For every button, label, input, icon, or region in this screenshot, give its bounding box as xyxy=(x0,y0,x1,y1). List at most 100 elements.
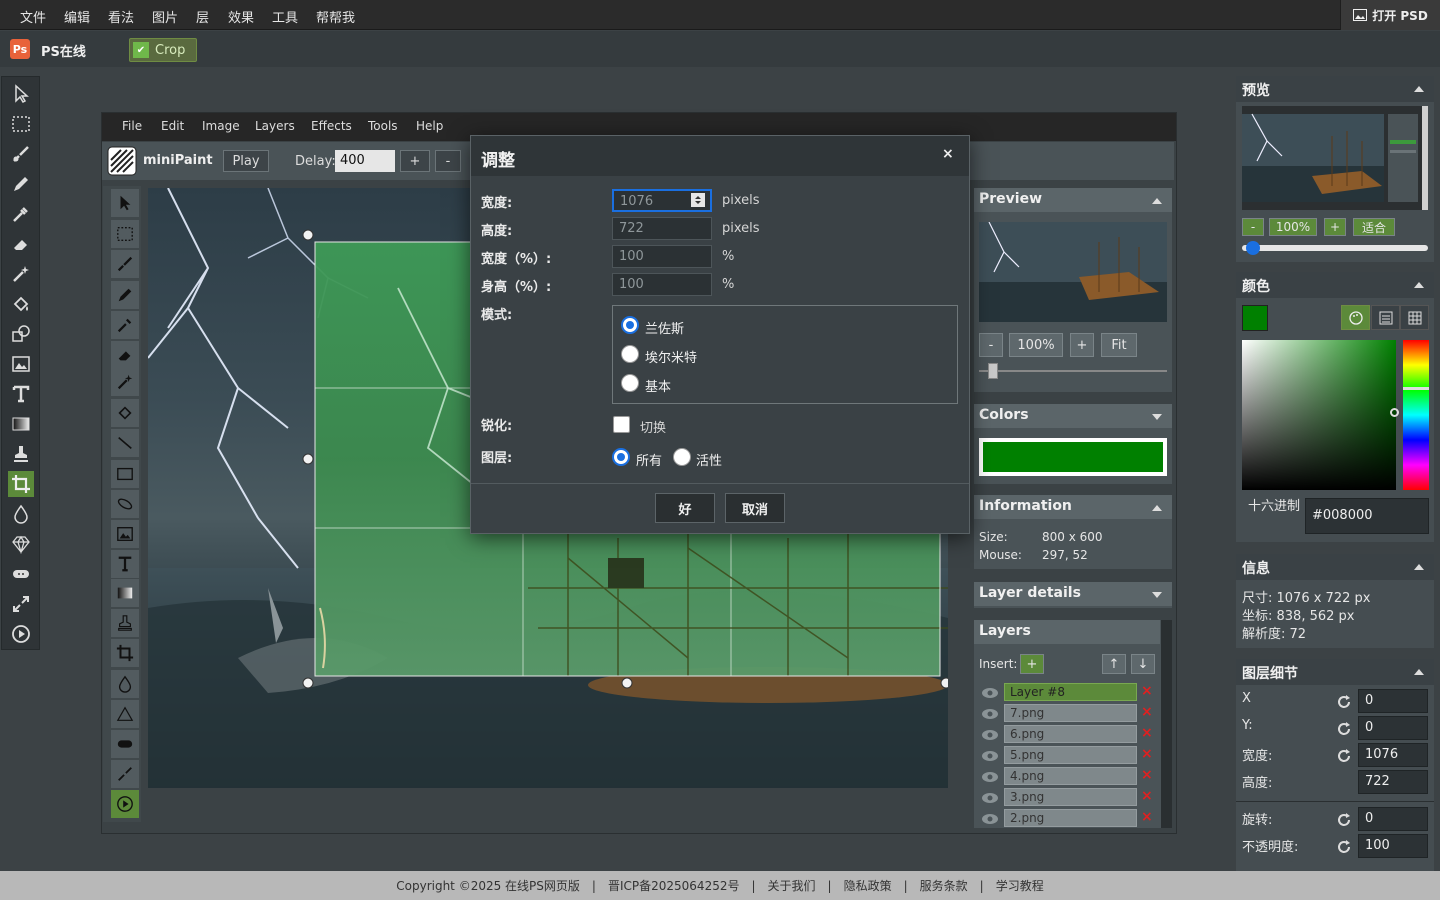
fill-tool[interactable] xyxy=(8,291,34,317)
layers-active-radio[interactable] xyxy=(673,448,691,466)
hue-slider[interactable] xyxy=(1403,340,1429,490)
inner-zoom-level[interactable]: 100% xyxy=(1009,333,1063,357)
menu-file[interactable]: 文件 xyxy=(20,7,46,26)
collapse-up-icon[interactable] xyxy=(1414,86,1424,92)
preview-title[interactable]: 预览 xyxy=(1236,76,1434,102)
width-input[interactable]: 1076 xyxy=(1358,743,1428,767)
inner-marquee-tool[interactable] xyxy=(111,220,139,248)
animation-tool[interactable] xyxy=(8,621,34,647)
inner-image-tool[interactable] xyxy=(111,520,139,548)
color-title[interactable]: 颜色 xyxy=(1236,272,1434,298)
layer-row[interactable]: Layer #8 × xyxy=(974,683,1164,703)
inner-zoom-slider-track[interactable] xyxy=(979,370,1167,372)
menu-image[interactable]: 图片 xyxy=(152,7,178,26)
eye-icon[interactable] xyxy=(981,749,999,763)
delete-layer-icon[interactable]: × xyxy=(1141,809,1153,825)
eyedropper-tool[interactable] xyxy=(8,201,34,227)
mode-hermite-radio[interactable] xyxy=(621,345,639,363)
reset-x-icon[interactable] xyxy=(1336,694,1352,710)
inner-information-title[interactable]: Information xyxy=(974,495,1172,519)
marquee-tool[interactable] xyxy=(8,111,34,137)
layer-details-title[interactable]: 图层细节 xyxy=(1236,659,1434,685)
privacy-link[interactable]: 隐私政策 xyxy=(844,877,892,894)
inner-eyedropper-tool[interactable] xyxy=(111,311,139,339)
gradient-tool[interactable] xyxy=(8,411,34,437)
about-link[interactable]: 关于我们 xyxy=(768,877,816,894)
hue-slider-handle[interactable] xyxy=(1403,387,1429,390)
layer-row[interactable]: 5.png × xyxy=(974,746,1164,766)
zoom-slider-handle[interactable] xyxy=(1246,241,1260,255)
zoom-slider-track[interactable] xyxy=(1242,245,1428,251)
layer-name[interactable]: 4.png xyxy=(1004,767,1137,785)
inner-fit-button[interactable]: Fit xyxy=(1101,333,1137,357)
layer-row[interactable]: 2.png × xyxy=(974,809,1164,829)
inner-preview-title[interactable]: Preview xyxy=(974,188,1172,212)
play-button[interactable]: Play xyxy=(223,150,269,172)
eye-icon[interactable] xyxy=(981,707,999,721)
layer-row[interactable]: 7.png × xyxy=(974,704,1164,724)
zoom-out-button[interactable]: - xyxy=(1242,218,1264,236)
eye-icon[interactable] xyxy=(981,812,999,826)
mode-lanczos-radio[interactable] xyxy=(621,316,639,334)
inner-animation-tool[interactable] xyxy=(111,790,139,818)
layer-name[interactable]: Layer #8 xyxy=(1004,683,1137,701)
menu-tools[interactable]: 工具 xyxy=(272,7,298,26)
close-icon[interactable]: × xyxy=(942,146,954,162)
inner-color-swatch-frame[interactable] xyxy=(979,438,1167,476)
inner-zoom-in-button[interactable]: + xyxy=(1070,333,1094,357)
zoom-in-button[interactable]: + xyxy=(1324,218,1346,236)
layers-all-radio[interactable] xyxy=(612,448,630,466)
y-input[interactable]: 0 xyxy=(1358,716,1428,740)
zoom-level[interactable]: 100% xyxy=(1269,218,1317,236)
inner-crop-tool[interactable] xyxy=(111,639,139,667)
inner-blur-tool[interactable] xyxy=(111,670,139,698)
layer-name[interactable]: 3.png xyxy=(1004,788,1137,806)
expand-down-icon[interactable] xyxy=(1152,414,1162,420)
cancel-button[interactable]: 取消 xyxy=(725,493,785,523)
grid-mode-button[interactable] xyxy=(1400,305,1429,330)
layer-name[interactable]: 2.png xyxy=(1004,809,1137,827)
eraser-tool[interactable] xyxy=(8,231,34,257)
icp-link[interactable]: 晋ICP备2025064252号 xyxy=(608,877,740,894)
inner-menu-edit[interactable]: Edit xyxy=(161,119,184,133)
inner-layers-title[interactable]: Layers xyxy=(974,620,1160,644)
inner-resize-tool[interactable] xyxy=(111,760,139,788)
inner-layer-details-title[interactable]: Layer details xyxy=(974,582,1172,606)
eye-icon[interactable] xyxy=(981,770,999,784)
inner-brush-tool[interactable] xyxy=(111,250,139,278)
menu-layer[interactable]: 层 xyxy=(196,7,209,26)
inner-colors-title[interactable]: Colors xyxy=(974,404,1172,428)
menu-edit[interactable]: 编辑 xyxy=(64,7,90,26)
menu-view[interactable]: 看法 xyxy=(108,7,134,26)
delete-layer-icon[interactable]: × xyxy=(1141,704,1153,720)
delete-layer-icon[interactable]: × xyxy=(1141,788,1153,804)
inner-gradient-tool[interactable] xyxy=(111,579,139,607)
image-tool[interactable] xyxy=(8,351,34,377)
layer-row[interactable]: 3.png × xyxy=(974,788,1164,808)
reset-opacity-icon[interactable] xyxy=(1336,839,1352,855)
text-tool[interactable] xyxy=(8,381,34,407)
spinner-icon[interactable] xyxy=(691,193,705,207)
crop-apply-button[interactable]: ✔ Crop xyxy=(129,38,197,62)
inner-menu-tools[interactable]: Tools xyxy=(368,119,398,133)
opacity-input[interactable]: 100 xyxy=(1358,834,1428,858)
info-title[interactable]: 信息 xyxy=(1236,554,1434,580)
delete-layer-icon[interactable]: × xyxy=(1141,746,1153,762)
inner-ellipse-tool[interactable] xyxy=(111,490,139,518)
resize-tool[interactable] xyxy=(8,591,34,617)
saturation-brightness-picker[interactable] xyxy=(1242,340,1396,490)
select-tool[interactable] xyxy=(8,81,34,107)
layer-name[interactable]: 5.png xyxy=(1004,746,1137,764)
collapse-up-icon[interactable] xyxy=(1414,282,1424,288)
blur-tool[interactable] xyxy=(8,501,34,527)
delete-layer-icon[interactable]: × xyxy=(1141,725,1153,741)
delay-input[interactable]: 400 xyxy=(335,150,395,172)
reset-rotation-icon[interactable] xyxy=(1336,812,1352,828)
delete-layer-icon[interactable]: × xyxy=(1141,683,1153,699)
sharpen-tool[interactable] xyxy=(8,531,34,557)
delete-layer-icon[interactable]: × xyxy=(1141,767,1153,783)
collapse-up-icon[interactable] xyxy=(1152,505,1162,511)
delay-minus-button[interactable]: - xyxy=(435,150,461,172)
bulge-tool[interactable] xyxy=(8,561,34,587)
height-input[interactable]: 722 xyxy=(612,217,712,240)
